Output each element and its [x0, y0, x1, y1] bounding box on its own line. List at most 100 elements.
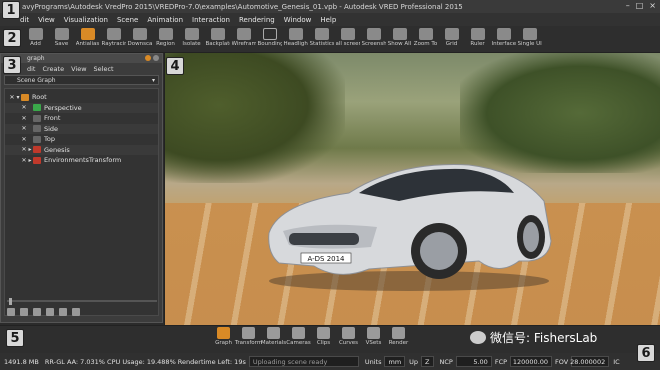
menu-view[interactable]: View: [38, 16, 55, 24]
menu-edit[interactable]: dit: [20, 16, 29, 24]
tree-node[interactable]: ✕ Perspective: [5, 102, 158, 113]
license-plate: A-DS 2014: [307, 255, 345, 263]
visibility-toggle-icon[interactable]: ✕: [21, 136, 27, 143]
single-ui-icon: [522, 28, 537, 40]
render-viewport[interactable]: A-DS 2014: [164, 53, 660, 325]
tree-node[interactable]: ✕ ▸ Genesis: [5, 144, 158, 155]
fcp-input[interactable]: 120000.00: [510, 356, 553, 367]
module-button-materials[interactable]: Materials: [261, 327, 286, 346]
move-icon[interactable]: [59, 308, 67, 316]
toolbar-button-add[interactable]: Add: [24, 28, 47, 47]
panel-close-icon[interactable]: [153, 55, 159, 61]
memory-usage: 1491.8 MB: [4, 357, 39, 366]
panel-float-icon[interactable]: [145, 55, 151, 61]
screenshot2-icon: [366, 28, 381, 40]
visibility-toggle-icon[interactable]: ✕: [21, 104, 27, 111]
tree-scroll-handle[interactable]: [9, 298, 12, 305]
delete-icon[interactable]: [72, 308, 80, 316]
module-button-curves[interactable]: Curves: [337, 327, 360, 346]
toolbar-button-interface[interactable]: Interface: [492, 28, 516, 47]
toolbar-button-single-ui[interactable]: Single UI: [518, 28, 542, 47]
tree-node[interactable]: ✕ Top: [5, 134, 158, 145]
toolbar-label: Raytracing: [101, 41, 126, 47]
module-button-graph[interactable]: Graph: [212, 327, 235, 346]
fcp-label: FCP: [494, 357, 508, 366]
panel-menu: dit Create View Select: [1, 63, 162, 74]
maximize-button[interactable]: □: [636, 1, 644, 10]
toolbar-button-ruler[interactable]: Ruler: [466, 28, 489, 47]
module-button-transform[interactable]: Transform: [235, 327, 262, 346]
toolbar-label: all screenshot: [335, 41, 360, 47]
units-select[interactable]: mm: [384, 356, 406, 367]
menu-rendering[interactable]: Rendering: [239, 16, 275, 24]
visibility-toggle-icon[interactable]: ✕: [21, 115, 27, 122]
module-button-cameras[interactable]: Cameras: [286, 327, 311, 346]
graph-type-select[interactable]: Scene Graph ▾: [4, 75, 159, 85]
fov-input[interactable]: 28.000002: [570, 356, 610, 367]
graph-icon: [217, 327, 230, 339]
toolbar-button-zoom-to[interactable]: Zoom To: [414, 28, 437, 47]
ncp-input[interactable]: 5.00: [455, 356, 492, 367]
toolbar-button-wireframe[interactable]: Wireframe: [232, 28, 256, 47]
menu-animation[interactable]: Animation: [147, 16, 183, 24]
icv-label: IC: [613, 357, 620, 366]
toolbar-button-all-screenshot[interactable]: all screenshot: [335, 28, 360, 47]
toolbar-button-isolate[interactable]: Isolate: [180, 28, 203, 47]
tree-node-label: Top: [44, 135, 55, 144]
menu-window[interactable]: Window: [284, 16, 312, 24]
toolbar-button-boundings[interactable]: Boundings: [258, 28, 282, 47]
hierarchy-icon[interactable]: [46, 308, 54, 316]
status-message: Uploading scene ready: [248, 356, 359, 367]
menu-scene[interactable]: Scene: [117, 16, 138, 24]
toolbar-button-backplate[interactable]: Backplate: [206, 28, 230, 47]
car-model: A-DS 2014: [268, 164, 552, 291]
tree-node[interactable]: ✕ Side: [5, 123, 158, 134]
toolbar-label: Antialias: [75, 41, 100, 47]
module-button-vsets[interactable]: VSets: [362, 327, 385, 346]
tree-node[interactable]: ✕ Front: [5, 113, 158, 124]
link-icon[interactable]: [33, 308, 41, 316]
module-button-render[interactable]: Render: [387, 327, 410, 346]
menu-interaction[interactable]: Interaction: [192, 16, 230, 24]
toolbar-button-show-all[interactable]: Show All: [388, 28, 411, 47]
menu-visualization[interactable]: Visualization: [64, 16, 108, 24]
tree-scroll-track[interactable]: [7, 300, 157, 302]
panel-bottom-tools: [3, 305, 161, 319]
tree-node[interactable]: ✕ ▸ EnvironmentsTransform: [5, 155, 158, 166]
toolbar-button-statistics[interactable]: Statistics: [310, 28, 334, 47]
toolbar-button-raytracing[interactable]: Raytracing: [101, 28, 126, 47]
minimize-button[interactable]: –: [626, 1, 630, 10]
wireframe-icon: [236, 28, 251, 40]
node-type-icon: [33, 135, 41, 143]
group-icon[interactable]: [20, 308, 28, 316]
tree-node-label: Root: [32, 93, 47, 102]
panel-menu-view[interactable]: View: [71, 65, 86, 73]
toolbar-button-save[interactable]: Save: [50, 28, 73, 47]
toolbar-label: Ruler: [470, 41, 485, 47]
tree-node-label: Perspective: [44, 103, 82, 112]
toolbar-button-headlight[interactable]: Headlight: [284, 28, 308, 47]
toolbar-button-region[interactable]: Region: [154, 28, 177, 47]
module-button-clips[interactable]: Clips: [312, 327, 335, 346]
isolate-icon: [184, 28, 199, 40]
toolbar-button-grid[interactable]: Grid: [440, 28, 463, 47]
interface-icon: [496, 28, 511, 40]
toolbar-button-screenshot[interactable]: Screenshot: [362, 28, 386, 47]
panel-menu-create[interactable]: Create: [42, 65, 64, 73]
toolbar-button-antialias[interactable]: Antialias: [76, 28, 99, 47]
add-node-icon[interactable]: [7, 308, 15, 316]
panel-menu-edit[interactable]: dit: [27, 65, 35, 73]
module-label: Clips: [316, 340, 331, 346]
toolbar-label: Grid: [445, 41, 458, 47]
panel-menu-select[interactable]: Select: [94, 65, 114, 73]
menu-help[interactable]: Help: [320, 16, 336, 24]
tree-node[interactable]: ✕ ▾ Root: [5, 92, 158, 103]
toolbar-button-downscale[interactable]: Downscale: [128, 28, 152, 47]
transform-icon: [242, 327, 255, 339]
module-label: Graph: [215, 340, 232, 346]
visibility-toggle-icon[interactable]: ✕: [21, 125, 27, 132]
backplate-icon: [210, 28, 225, 40]
up-axis-select[interactable]: Z: [421, 356, 434, 367]
headlight-icon: [288, 28, 303, 40]
close-button[interactable]: ×: [649, 1, 656, 10]
